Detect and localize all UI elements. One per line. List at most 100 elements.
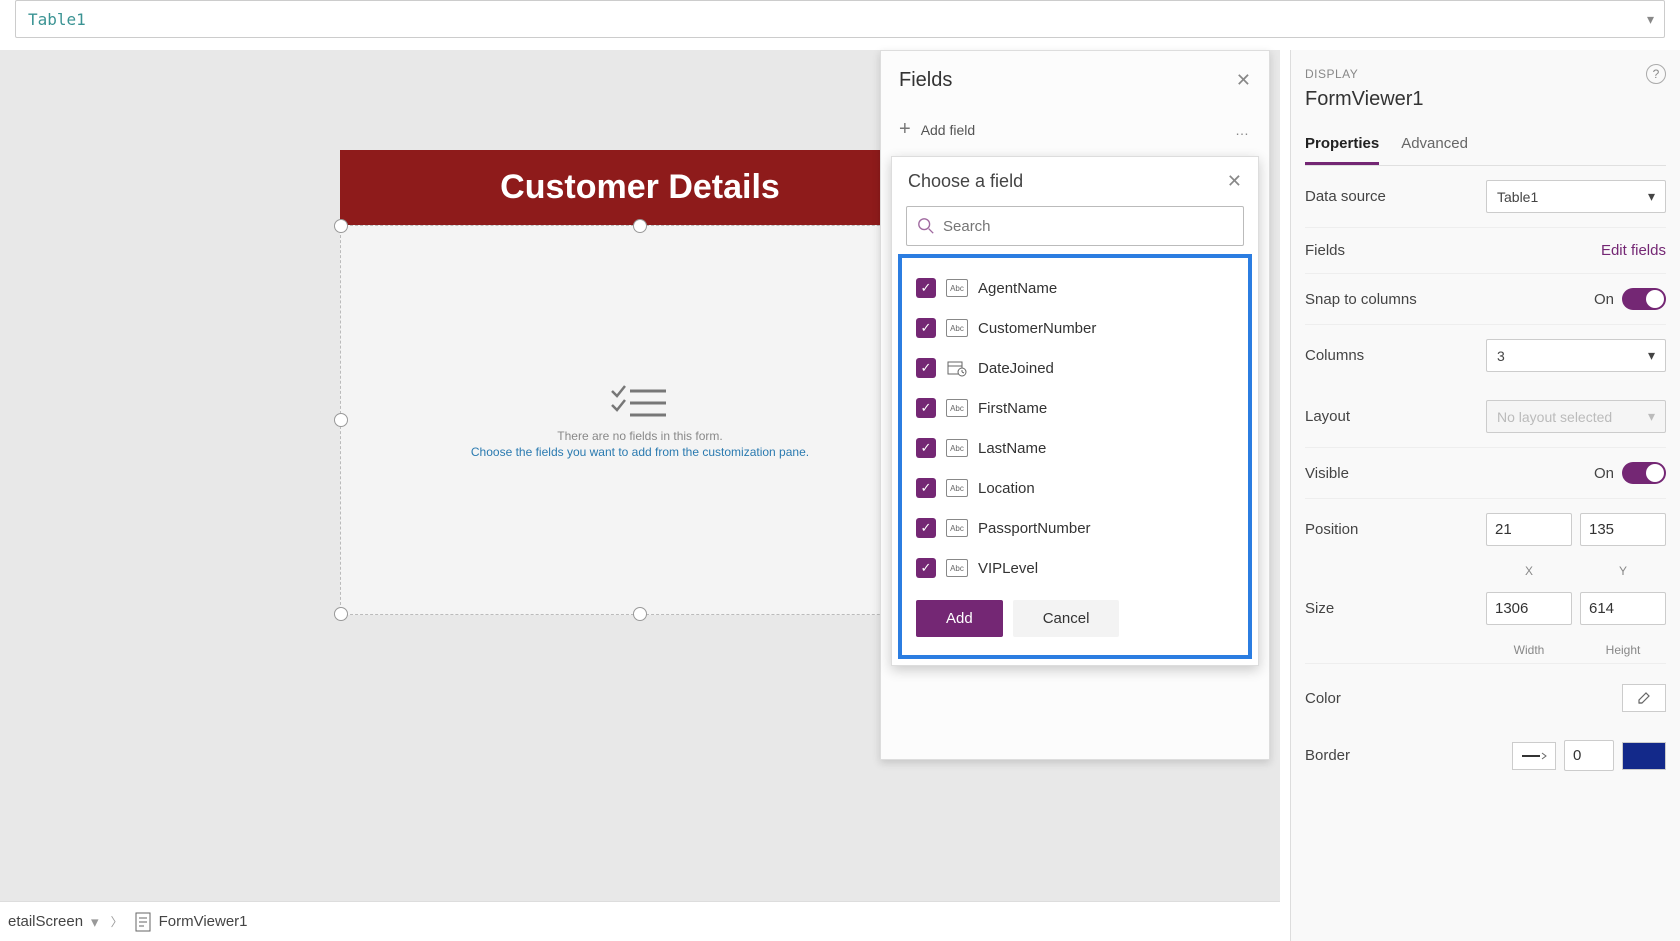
text-type-icon: Abc bbox=[946, 479, 968, 497]
text-type-icon: Abc bbox=[946, 279, 968, 297]
color-label: Color bbox=[1305, 690, 1341, 707]
field-name-label: VIPLevel bbox=[978, 560, 1038, 577]
search-icon bbox=[917, 217, 935, 235]
checkbox[interactable]: ✓ bbox=[916, 398, 936, 418]
plus-icon: + bbox=[899, 118, 911, 141]
x-label: X bbox=[1486, 564, 1572, 578]
visible-toggle[interactable] bbox=[1622, 462, 1666, 484]
add-field-label: Add field bbox=[921, 122, 975, 138]
fields-panel-header: Fields ✕ bbox=[881, 51, 1269, 110]
field-name-label: CustomerNumber bbox=[978, 320, 1096, 337]
resize-handle[interactable] bbox=[334, 413, 348, 427]
checkbox[interactable]: ✓ bbox=[916, 518, 936, 538]
columns-select[interactable]: 3 ▾ bbox=[1486, 339, 1666, 372]
border-width-input[interactable] bbox=[1564, 740, 1614, 771]
date-type-icon bbox=[946, 359, 968, 377]
size-label: Size bbox=[1305, 600, 1334, 617]
cancel-button[interactable]: Cancel bbox=[1013, 600, 1120, 637]
color-swatch[interactable] bbox=[1622, 684, 1666, 712]
field-row[interactable]: ✓ Abc VIPLevel bbox=[910, 548, 1240, 588]
columns-label: Columns bbox=[1305, 347, 1364, 364]
checkbox[interactable]: ✓ bbox=[916, 318, 936, 338]
text-type-icon: Abc bbox=[946, 519, 968, 537]
field-name-label: LastName bbox=[978, 440, 1046, 457]
field-name-label: PassportNumber bbox=[978, 520, 1091, 537]
border-color-swatch[interactable] bbox=[1622, 742, 1666, 770]
chevron-down-icon: ▾ bbox=[1648, 408, 1655, 425]
chevron-down-icon: ▾ bbox=[1648, 347, 1655, 364]
field-row[interactable]: ✓ Abc AgentName bbox=[910, 268, 1240, 308]
selected-object-name: FormViewer1 bbox=[1305, 88, 1666, 111]
choose-field-panel: Choose a field ✕ ✓ Abc AgentName ✓ Abc Custom… bbox=[891, 156, 1259, 666]
checkbox[interactable]: ✓ bbox=[916, 358, 936, 378]
text-type-icon: Abc bbox=[946, 399, 968, 417]
add-field-row[interactable]: + Add field … bbox=[881, 110, 1269, 149]
size-width-input[interactable] bbox=[1486, 592, 1572, 625]
resize-handle[interactable] bbox=[334, 219, 348, 233]
breadcrumb-screen[interactable]: etailScreen bbox=[8, 913, 83, 930]
search-input-container[interactable] bbox=[906, 206, 1244, 246]
field-row[interactable]: ✓ Abc Location bbox=[910, 468, 1240, 508]
fields-panel: Fields ✕ + Add field … Choose a field ✕ … bbox=[880, 50, 1270, 760]
y-label: Y bbox=[1580, 564, 1666, 578]
text-type-icon: Abc bbox=[946, 439, 968, 457]
border-style-select[interactable] bbox=[1512, 742, 1556, 770]
on-label: On bbox=[1594, 291, 1614, 308]
formula-bar[interactable]: Table1 ▾ bbox=[15, 0, 1665, 38]
empty-form-message: There are no fields in this form. bbox=[557, 429, 722, 443]
chevron-down-icon[interactable]: ▾ bbox=[1647, 11, 1654, 28]
display-label: DISPLAY bbox=[1305, 67, 1358, 81]
search-input[interactable] bbox=[943, 218, 1233, 235]
close-icon[interactable]: ✕ bbox=[1227, 171, 1242, 192]
fields-label: Fields bbox=[1305, 242, 1345, 259]
border-label: Border bbox=[1305, 747, 1350, 764]
field-list-highlighted: ✓ Abc AgentName ✓ Abc CustomerNumber ✓ DateJoin… bbox=[898, 254, 1252, 659]
choose-field-title: Choose a field bbox=[908, 171, 1023, 192]
form-body[interactable]: There are no fields in this form. Choose… bbox=[340, 225, 940, 615]
chevron-down-icon[interactable]: ▾ bbox=[91, 913, 99, 931]
text-type-icon: Abc bbox=[946, 559, 968, 577]
position-x-input[interactable] bbox=[1486, 513, 1572, 546]
checkbox[interactable]: ✓ bbox=[916, 438, 936, 458]
field-row[interactable]: ✓ Abc CustomerNumber bbox=[910, 308, 1240, 348]
size-height-input[interactable] bbox=[1580, 592, 1666, 625]
data-source-label: Data source bbox=[1305, 188, 1386, 205]
resize-handle[interactable] bbox=[633, 219, 647, 233]
layout-select[interactable]: No layout selected ▾ bbox=[1486, 400, 1666, 433]
more-icon[interactable]: … bbox=[1235, 122, 1251, 138]
field-row[interactable]: ✓ Abc PassportNumber bbox=[910, 508, 1240, 548]
close-icon[interactable]: ✕ bbox=[1236, 70, 1251, 91]
data-source-select[interactable]: Table1 ▾ bbox=[1486, 180, 1666, 213]
checkbox[interactable]: ✓ bbox=[916, 558, 936, 578]
formula-text: Table1 bbox=[28, 10, 86, 29]
resize-handle[interactable] bbox=[633, 607, 647, 621]
form-preview[interactable]: Customer Details There are no fields in … bbox=[340, 150, 940, 615]
checkbox[interactable]: ✓ bbox=[916, 478, 936, 498]
field-name-label: DateJoined bbox=[978, 360, 1054, 377]
fields-panel-title: Fields bbox=[899, 69, 952, 92]
field-name-label: Location bbox=[978, 480, 1035, 497]
tab-advanced[interactable]: Advanced bbox=[1401, 125, 1468, 165]
checklist-icon bbox=[610, 381, 670, 421]
empty-form-hint: Choose the fields you want to add from t… bbox=[471, 445, 809, 459]
field-row[interactable]: ✓AbcFirstName bbox=[910, 388, 1240, 428]
text-type-icon: Abc bbox=[946, 319, 968, 337]
chevron-right-icon: 〉 bbox=[111, 913, 123, 930]
formviewer-icon bbox=[135, 912, 151, 932]
resize-handle[interactable] bbox=[334, 607, 348, 621]
help-icon[interactable]: ? bbox=[1646, 64, 1666, 84]
tab-properties[interactable]: Properties bbox=[1305, 125, 1379, 165]
add-button[interactable]: Add bbox=[916, 600, 1003, 637]
breadcrumb-control[interactable]: FormViewer1 bbox=[159, 913, 248, 930]
field-row[interactable]: ✓ DateJoined bbox=[910, 348, 1240, 388]
position-label: Position bbox=[1305, 521, 1358, 538]
form-header-title: Customer Details bbox=[340, 150, 940, 225]
checkbox[interactable]: ✓ bbox=[916, 278, 936, 298]
snap-toggle[interactable] bbox=[1622, 288, 1666, 310]
field-row[interactable]: ✓ Abc LastName bbox=[910, 428, 1240, 468]
snap-label: Snap to columns bbox=[1305, 291, 1417, 308]
position-y-input[interactable] bbox=[1580, 513, 1666, 546]
field-name-label: AgentName bbox=[978, 280, 1057, 297]
breadcrumb: etailScreen ▾ 〉 FormViewer1 bbox=[0, 901, 1280, 941]
edit-fields-link[interactable]: Edit fields bbox=[1601, 242, 1666, 259]
